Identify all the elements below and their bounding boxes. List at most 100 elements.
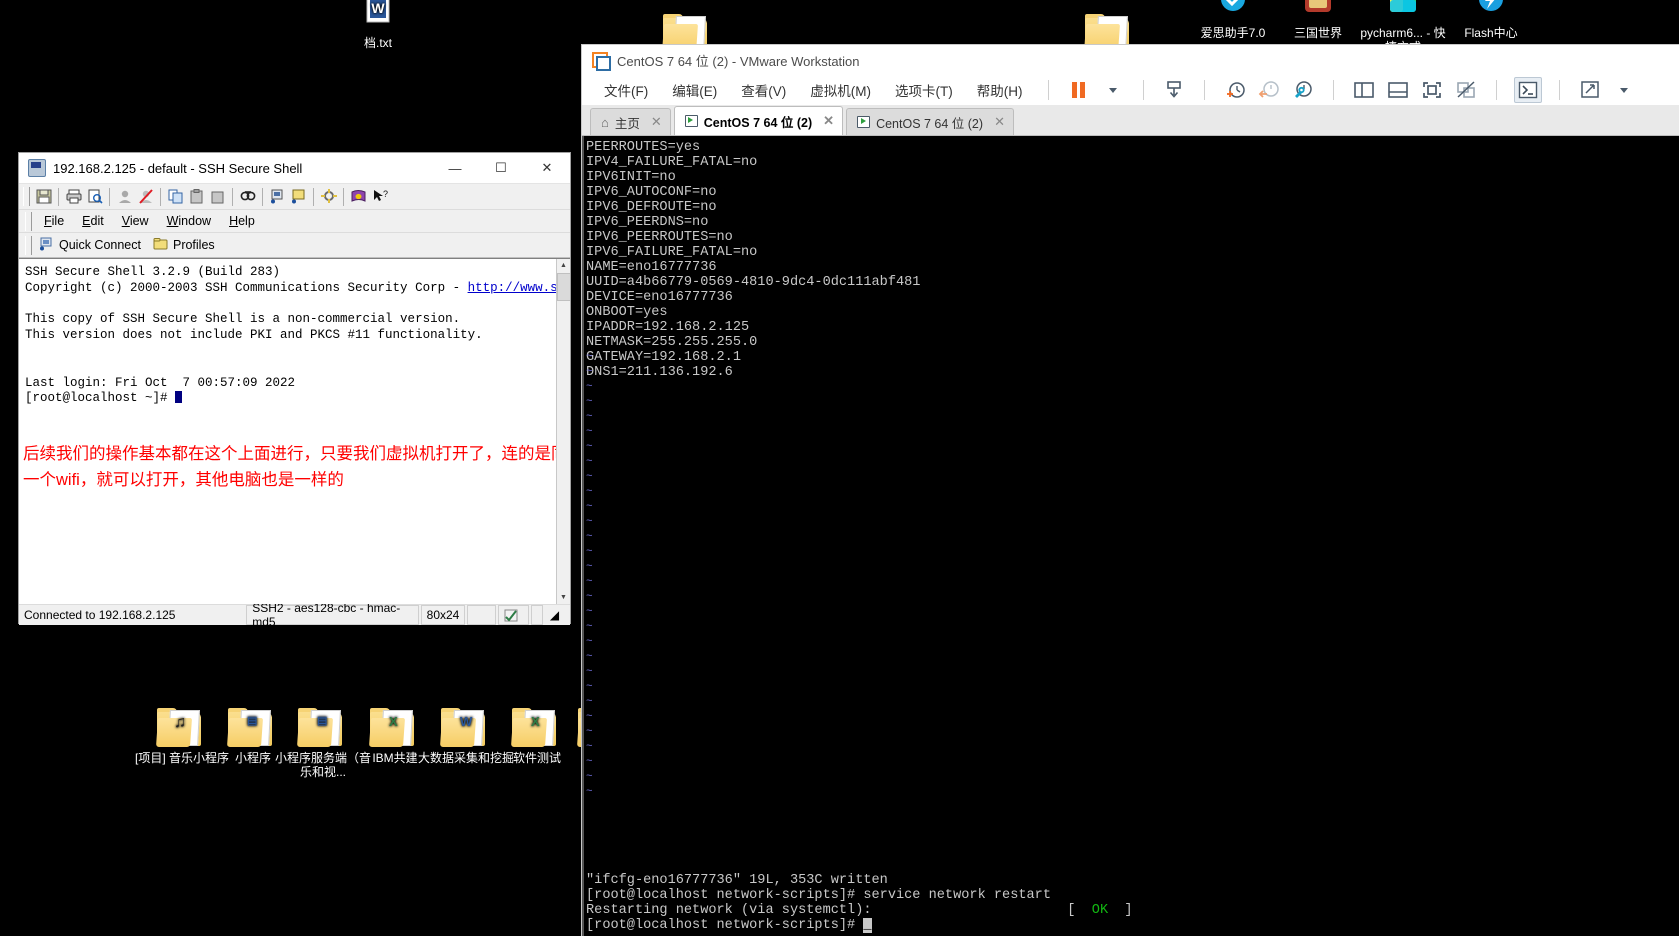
profiles-folder-icon bbox=[153, 237, 168, 254]
scroll-up-arrow-icon[interactable]: ▲ bbox=[557, 259, 570, 272]
menubar-grip[interactable] bbox=[25, 211, 32, 231]
vm-bottom-line3-pre: Restarting network (via systemctl): [ bbox=[586, 903, 1092, 918]
menu-help[interactable]: Help bbox=[220, 212, 264, 230]
tab-home[interactable]: ⌂ 主页 ✕ bbox=[590, 108, 671, 135]
disconnect-icon[interactable] bbox=[135, 186, 156, 207]
ssh-quickbar[interactable]: Quick Connect Profiles bbox=[19, 233, 570, 258]
vmware-menubar[interactable]: 文件(F) 编辑(E) 查看(V) 虚拟机(M) 选项卡(T) 帮助(H) bbox=[582, 75, 1679, 105]
ssh-terminal-scrollbar[interactable]: ▲ ▼ bbox=[556, 259, 570, 604]
service-ok-status: OK bbox=[1091, 903, 1109, 918]
snapshot-take-icon[interactable] bbox=[1161, 78, 1187, 102]
vmware-titlebar[interactable]: CentOS 7 64 位 (2) - VMware Workstation bbox=[582, 45, 1679, 75]
save-icon[interactable] bbox=[33, 186, 54, 207]
pause-icon[interactable] bbox=[1066, 78, 1092, 102]
quickbar-grip[interactable] bbox=[25, 235, 32, 255]
desktop-icon-flash-center[interactable]: Flash中心 bbox=[1443, 0, 1539, 40]
tab-centos-2[interactable]: CentOS 7 64 位 (2) ✕ bbox=[846, 108, 1014, 135]
split-horizontal-icon[interactable] bbox=[1385, 78, 1411, 102]
ssh-url-link[interactable]: http://www.ssh.com/ bbox=[468, 281, 570, 295]
resize-grip[interactable]: ◢ bbox=[545, 606, 568, 624]
vm-menu-vm[interactable]: 虚拟机(M) bbox=[802, 76, 879, 104]
split-vertical-icon[interactable] bbox=[1351, 78, 1377, 102]
vm-bottom-line3-post: ] bbox=[1108, 903, 1133, 918]
ssh-maximize-button[interactable]: ☐ bbox=[478, 154, 524, 183]
print-icon[interactable] bbox=[63, 186, 84, 207]
tab-home-label: 主页 bbox=[614, 116, 640, 131]
aisi-assistant-icon bbox=[1185, 0, 1281, 23]
copy-icon[interactable] bbox=[165, 186, 186, 207]
menu-view[interactable]: View bbox=[113, 212, 158, 230]
ssh-line-7: Last login: Fri Oct 7 00:57:09 2022 bbox=[25, 375, 296, 390]
vmware-guest-console[interactable]: PEERROUTES=yes IPV4_FAILURE_FATAL=no IPV… bbox=[582, 136, 1679, 936]
menu-file[interactable]: File bbox=[35, 212, 73, 230]
ssh-statusbar: Connected to 192.168.2.125 SSH2 - aes128… bbox=[19, 601, 570, 629]
ssh-secure-shell-window[interactable]: 192.168.2.125 - default - SSH Secure She… bbox=[18, 152, 571, 629]
desktop-icon-sanguo[interactable]: 三国世界 bbox=[1270, 0, 1366, 40]
pause-dropdown-caret-icon[interactable] bbox=[1100, 78, 1126, 102]
print-preview-icon[interactable] bbox=[84, 186, 105, 207]
tab-centos-1[interactable]: CentOS 7 64 位 (2) ✕ bbox=[673, 106, 844, 135]
quick-connect-button[interactable]: Quick Connect bbox=[35, 235, 149, 256]
new-terminal-icon[interactable] bbox=[288, 186, 309, 207]
toolbar-separator bbox=[313, 187, 314, 206]
music-note-icon: ♫ bbox=[174, 714, 186, 731]
toolbar-separator bbox=[1558, 80, 1560, 100]
ssh-menubar[interactable]: File Edit View Window Help bbox=[19, 210, 570, 233]
console-view-icon[interactable] bbox=[1513, 77, 1542, 103]
ssh-titlebar[interactable]: 192.168.2.125 - default - SSH Secure She… bbox=[19, 153, 570, 184]
guest-shell-output: "ifcfg-eno16777736" 19L, 353C written [r… bbox=[586, 873, 1133, 933]
desktop-icon-doc-txt[interactable]: W 档.txt bbox=[330, 0, 426, 50]
vm-menu-file[interactable]: 文件(F) bbox=[596, 76, 656, 104]
ssh-terminal[interactable]: SSH Secure Shell 3.2.9 (Build 283) Copyr… bbox=[19, 258, 570, 604]
ssh-toolbar[interactable]: ? bbox=[19, 184, 570, 210]
tab-centos-1-label: CentOS 7 64 位 (2) bbox=[703, 115, 813, 130]
menu-view-label: iew bbox=[129, 214, 149, 228]
help-book-icon[interactable] bbox=[348, 186, 369, 207]
paste-icon[interactable] bbox=[186, 186, 207, 207]
desktop-icon-label: 档.txt bbox=[363, 36, 392, 50]
tab-close-icon[interactable]: ✕ bbox=[651, 114, 662, 130]
ssh-line-2-prefix: Copyright (c) 2000-2003 SSH Communicatio… bbox=[25, 280, 468, 295]
toolbar-separator bbox=[232, 187, 233, 206]
menu-edit[interactable]: Edit bbox=[73, 212, 113, 230]
context-help-icon[interactable]: ? bbox=[369, 186, 390, 207]
find-icon[interactable] bbox=[237, 186, 258, 207]
desktop-icon-aisi-assistant[interactable]: 爱思助手7.0 bbox=[1185, 0, 1281, 40]
cut-icon[interactable] bbox=[207, 186, 228, 207]
ssh-line-5: This version does not include PKI and PK… bbox=[25, 328, 483, 343]
fullscreen-icon[interactable] bbox=[1419, 78, 1445, 102]
vm-menu-view[interactable]: 查看(V) bbox=[733, 76, 794, 104]
vm-menu-tabs[interactable]: 选项卡(T) bbox=[887, 76, 961, 104]
vm-menu-edit[interactable]: 编辑(E) bbox=[664, 76, 725, 104]
unity-mode-icon[interactable] bbox=[1453, 78, 1479, 102]
vmware-tabbar[interactable]: ⌂ 主页 ✕ CentOS 7 64 位 (2) ✕ CentOS 7 64 位… bbox=[582, 105, 1679, 136]
toolbar-separator bbox=[109, 187, 110, 206]
snapshot-revert-icon[interactable] bbox=[1256, 78, 1282, 102]
status-terminal-size: 80x24 bbox=[420, 605, 466, 625]
vmware-workstation-window[interactable]: CentOS 7 64 位 (2) - VMware Workstation 文… bbox=[581, 44, 1679, 936]
fit-window-caret-icon[interactable] bbox=[1611, 78, 1637, 102]
scroll-down-arrow-icon[interactable]: ▼ bbox=[557, 591, 570, 604]
file-transfer-icon[interactable] bbox=[267, 186, 288, 207]
menu-window[interactable]: Window bbox=[158, 212, 220, 230]
snapshot-manager-icon[interactable] bbox=[1290, 78, 1316, 102]
profiles-button[interactable]: Profiles bbox=[149, 235, 223, 256]
ssh-app-icon bbox=[28, 159, 46, 177]
tab-close-icon[interactable]: ✕ bbox=[823, 113, 834, 129]
scrollbar-thumb[interactable] bbox=[557, 273, 570, 301]
ssh-minimize-button[interactable]: — bbox=[432, 154, 478, 183]
tab-close-icon[interactable]: ✕ bbox=[994, 114, 1005, 130]
fit-window-icon[interactable] bbox=[1577, 78, 1603, 102]
vm-bottom-line1: "ifcfg-eno16777736" 19L, 353C written bbox=[586, 873, 888, 888]
vm-menu-help[interactable]: 帮助(H) bbox=[969, 76, 1031, 104]
ssh-close-button[interactable]: ✕ bbox=[524, 154, 570, 183]
quick-connect-icon bbox=[39, 237, 54, 254]
snapshot-add-icon[interactable] bbox=[1222, 78, 1248, 102]
toolbar-grip[interactable] bbox=[23, 187, 30, 206]
tab-centos-2-label: CentOS 7 64 位 (2) bbox=[876, 116, 984, 131]
vmware-logo-icon bbox=[592, 51, 611, 71]
connect-icon[interactable] bbox=[114, 186, 135, 207]
toolbar-separator bbox=[58, 187, 59, 206]
settings-icon[interactable] bbox=[318, 186, 339, 207]
vm-bottom-line2: [root@localhost network-scripts]# servic… bbox=[586, 888, 1051, 903]
